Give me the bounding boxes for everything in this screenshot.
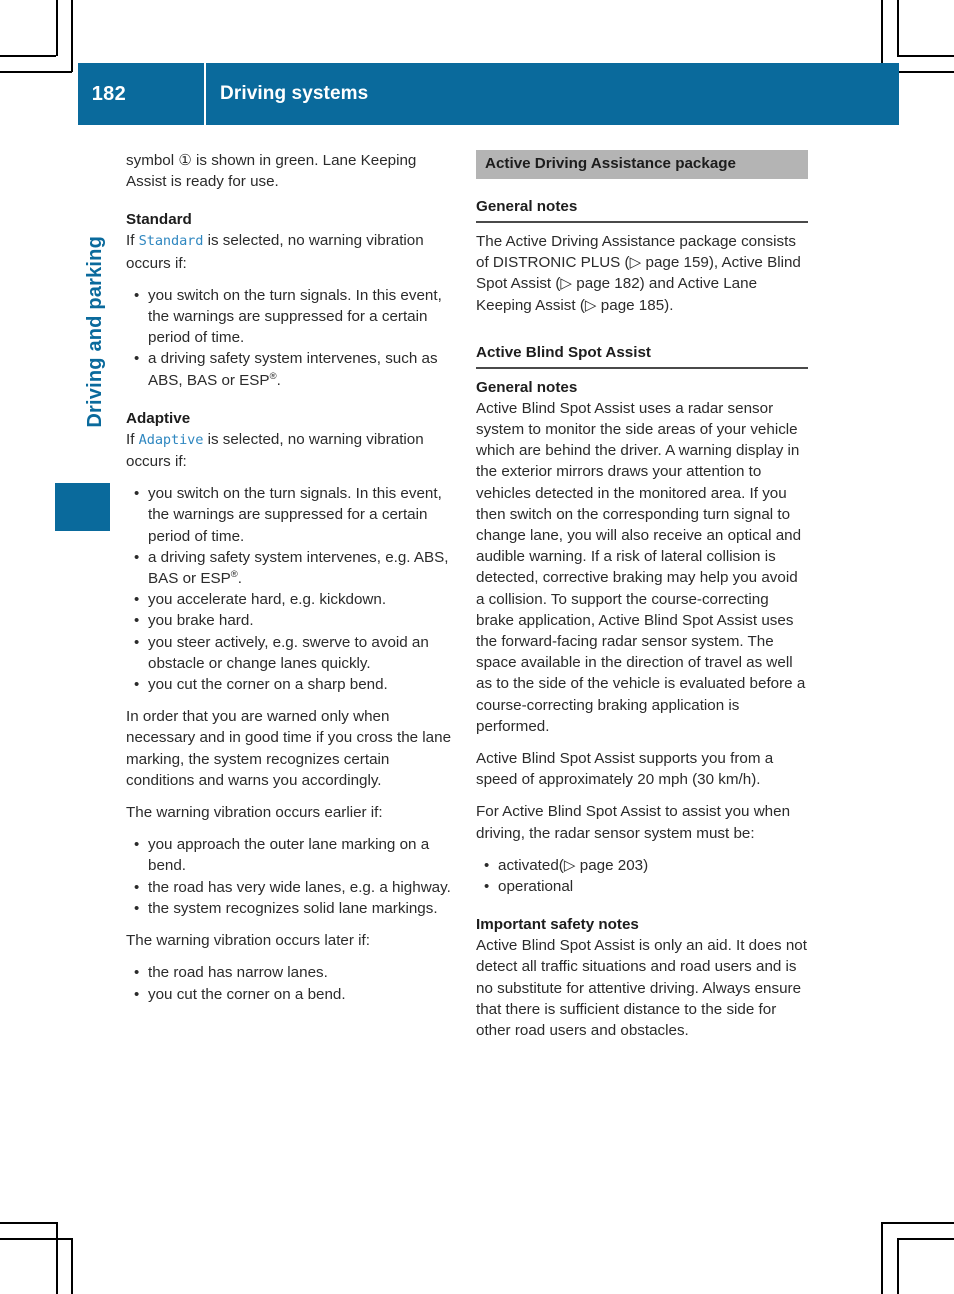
page-reference-185[interactable]: ▷ page 185 [585, 297, 664, 314]
crop-mark-bottom-right-vertical-inner [881, 1222, 883, 1294]
crop-mark-bottom-right-vertical-outer [897, 1238, 899, 1294]
side-chapter-tab-marker [55, 483, 110, 531]
list-item: you switch on the turn signals. In this … [133, 285, 460, 349]
heading-general-notes-blind-spot: General notes [476, 378, 578, 396]
crop-mark-bottom-left-vertical-outer [56, 1222, 58, 1294]
list-item: you approach the outer lane marking on a… [133, 834, 460, 876]
intro-text-before: symbol [126, 152, 179, 169]
crop-mark-bottom-left-vertical-inner [71, 1238, 73, 1294]
page-reference-182[interactable]: ▷ page 182 [560, 275, 639, 292]
list-item: you cut the corner on a bend. [133, 984, 460, 1005]
list-item: you brake hard. [133, 610, 460, 631]
registered-mark: ® [230, 568, 238, 580]
crop-mark-bottom-left-horizontal-inner [0, 1238, 72, 1240]
list-item: a driving safety system intervenes, such… [133, 348, 460, 390]
standard-lead-prefix: If [126, 232, 139, 250]
registered-mark: ® [269, 370, 277, 382]
blind-spot-paragraph-2: Active Blind Spot Assist supports you fr… [476, 750, 774, 789]
later-lead-paragraph: The warning vibration occurs later if: [126, 932, 370, 950]
requirement-bullet-list: activated(▷ page 203) operational [476, 855, 808, 898]
heading-important-safety-notes: Important safety notes [476, 916, 639, 934]
crop-mark-top-left-vertical-inner [71, 0, 73, 72]
later-bullet-list: the road has narrow lanes. you cut the c… [126, 962, 460, 1005]
list-item: operational [483, 876, 808, 897]
crop-mark-top-left-horizontal-outer [0, 55, 56, 57]
crop-mark-bottom-right-horizontal-outer [897, 1238, 954, 1240]
standard-setting-value: Standard [138, 233, 204, 250]
requirement-label: activated( [498, 856, 564, 874]
left-text-column: symbol ① is shown in green. Lane Keeping… [126, 150, 460, 1005]
adaptive-lead-paragraph: If Adaptive is selected, no warning vibr… [126, 429, 460, 472]
adaptive-bullet-list: you switch on the turn signals. In this … [126, 483, 460, 695]
page-reference-203[interactable]: ▷ page 203 [564, 857, 643, 874]
standard-bullet-list: you switch on the turn signals. In this … [126, 285, 460, 391]
crop-mark-top-left-horizontal-inner [0, 71, 72, 73]
list-item-period: . [237, 570, 242, 588]
standard-lead-paragraph: If Standard is selected, no warning vibr… [126, 230, 460, 273]
intro-paragraph: symbol ① is shown in green. Lane Keeping… [126, 150, 460, 192]
list-item: you cut the corner on a sharp bend. [133, 674, 460, 695]
crop-mark-bottom-left-horizontal-outer [0, 1222, 56, 1224]
callout-1-icon: ① [178, 152, 192, 169]
adaptive-setting-value: Adaptive [138, 431, 204, 448]
page-number: 182 [91, 82, 126, 105]
page-header-band: 182 Driving systems [78, 63, 899, 125]
requirement-close-paren: ) [643, 856, 649, 874]
heading-general-notes-package: General notes [476, 196, 808, 223]
adaptive-lead-prefix: If [126, 430, 139, 448]
list-item: activated(▷ page 203) [483, 855, 808, 876]
list-item: you steer actively, e.g. swerve to avoid… [133, 632, 460, 674]
page-reference-159[interactable]: ▷ page 159 [630, 254, 709, 271]
crop-mark-top-right-vertical-inner [881, 0, 883, 72]
header-divider [204, 63, 206, 125]
list-item: the road has narrow lanes. [133, 962, 460, 983]
list-item: the system recognizes solid lane marking… [133, 898, 460, 919]
earlier-bullet-list: you approach the outer lane marking on a… [126, 834, 460, 919]
list-item-text: a driving safety system intervenes, e.g.… [148, 548, 449, 588]
crop-mark-top-right-vertical-outer [897, 0, 899, 56]
list-item-text: a driving safety system intervenes, such… [148, 350, 438, 389]
list-item: you switch on the turn signals. In this … [133, 483, 460, 547]
blind-spot-paragraph-1: Active Blind Spot Assist uses a radar se… [476, 399, 806, 735]
conditions-paragraph: In order that you are warned only when n… [126, 708, 452, 789]
heading-standard: Standard [126, 211, 192, 229]
package-text-4: ). [664, 296, 674, 314]
package-description-paragraph: The Active Driving Assistance package co… [476, 231, 808, 316]
list-item-period: . [276, 371, 281, 389]
earlier-lead-paragraph: The warning vibration occurs earlier if: [126, 804, 383, 822]
blind-spot-paragraph-3: For Active Blind Spot Assist to assist y… [476, 803, 791, 842]
chapter-title: Driving systems [220, 83, 369, 104]
crop-mark-top-right-horizontal-inner [897, 55, 954, 57]
list-item: the road has very wide lanes, e.g. a hig… [133, 877, 460, 898]
crop-mark-top-left-vertical-outer [56, 0, 58, 56]
side-chapter-label: Driving and parking [84, 236, 106, 428]
heading-adaptive: Adaptive [126, 409, 191, 427]
section-bar-active-driving-assistance-package: Active Driving Assistance package [476, 150, 808, 179]
right-text-column: Active Driving Assistance package Genera… [476, 150, 808, 1041]
safety-notes-paragraph: Active Blind Spot Assist is only an aid.… [476, 937, 807, 1040]
list-item: a driving safety system intervenes, e.g.… [133, 547, 460, 589]
list-item: you accelerate hard, e.g. kickdown. [133, 589, 460, 610]
crop-mark-bottom-right-horizontal-inner [881, 1222, 954, 1224]
heading-active-blind-spot-assist: Active Blind Spot Assist [476, 342, 808, 369]
